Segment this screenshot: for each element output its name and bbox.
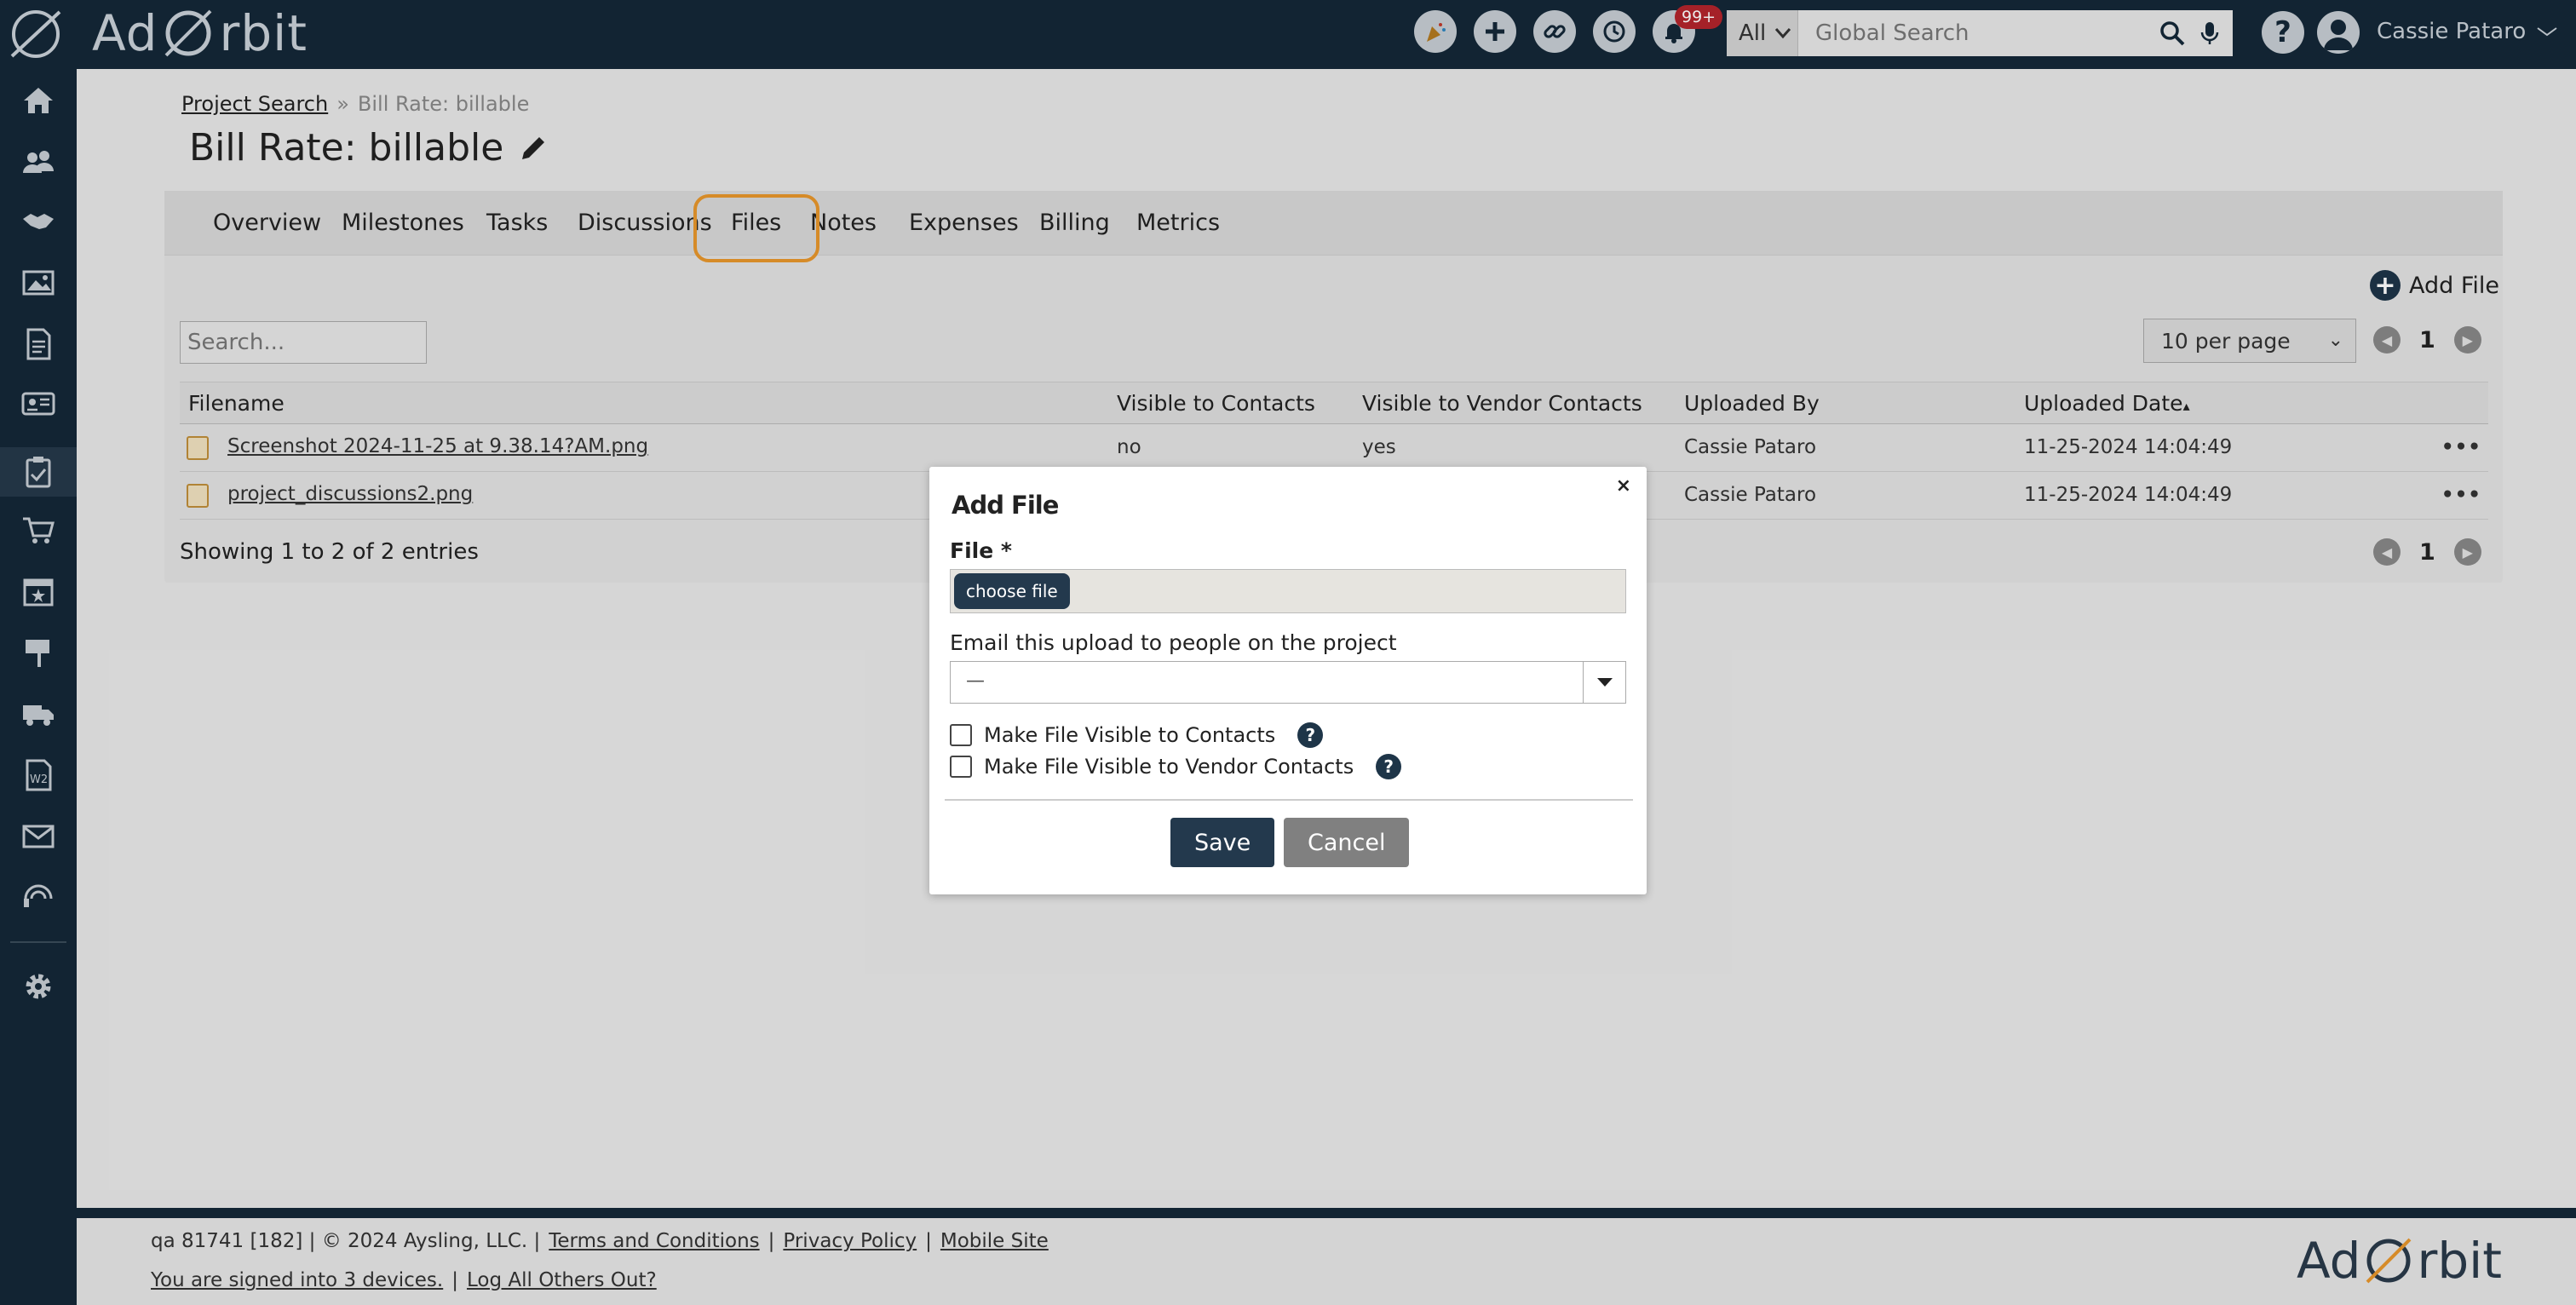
- add-file-dialog: × Add File File * choose file Email this…: [929, 467, 1647, 894]
- visible-contacts-checkbox[interactable]: [950, 724, 972, 746]
- file-input[interactable]: choose file: [950, 569, 1626, 613]
- close-icon[interactable]: ×: [1616, 475, 1631, 497]
- visible-vendor-label[interactable]: Make File Visible to Vendor Contacts: [984, 755, 1354, 779]
- choose-file-button[interactable]: choose file: [954, 573, 1070, 609]
- save-button[interactable]: Save: [1170, 818, 1275, 867]
- help-question-icon[interactable]: ?: [1376, 754, 1402, 779]
- dropdown-arrow-icon[interactable]: [1583, 662, 1625, 703]
- email-select-value: —: [966, 670, 985, 692]
- visible-vendor-row: Make File Visible to Vendor Contacts ?: [950, 754, 1402, 779]
- visible-contacts-row: Make File Visible to Contacts ?: [950, 722, 1324, 748]
- visible-vendor-checkbox[interactable]: [950, 756, 972, 778]
- dialog-title: Add File: [952, 491, 1059, 520]
- visible-contacts-label[interactable]: Make File Visible to Contacts: [984, 723, 1275, 747]
- help-question-icon[interactable]: ?: [1297, 722, 1324, 748]
- dialog-divider: [945, 799, 1633, 801]
- file-label: File *: [950, 538, 1012, 563]
- email-recipients-select[interactable]: —: [950, 661, 1626, 704]
- email-label: Email this upload to people on the proje…: [950, 630, 1397, 655]
- cancel-button[interactable]: Cancel: [1284, 818, 1410, 867]
